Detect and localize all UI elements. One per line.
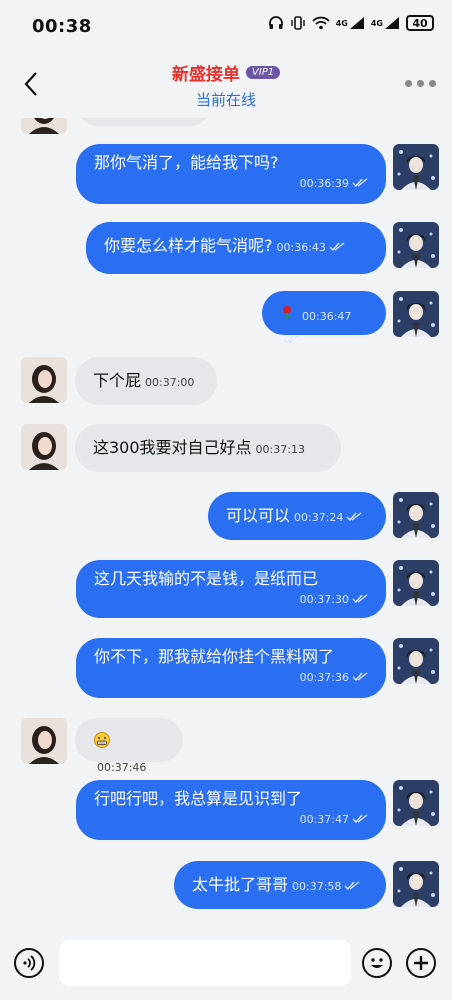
plus-icon	[414, 956, 428, 970]
my-avatar[interactable]	[393, 560, 439, 606]
network-type-1: 4G	[335, 18, 348, 28]
my-avatar[interactable]	[393, 222, 439, 268]
message-meta: 00:37:24	[294, 506, 362, 525]
smile-icon	[371, 958, 383, 968]
message-bubble[interactable]: 可以可以 00:37:24	[208, 492, 386, 540]
message-time: 00:37:24	[294, 511, 344, 524]
battery-icon: 40	[406, 15, 434, 31]
status-icons: 4G 4G 40	[268, 15, 434, 31]
title-area: 新盛接单 VIP1 当前在线	[0, 60, 452, 110]
chat-header: 新盛接单 VIP1 当前在线	[0, 52, 452, 118]
message-meta: 00:37:30	[94, 590, 368, 608]
contact-avatar[interactable]	[21, 118, 67, 134]
more-dot-icon	[405, 80, 412, 87]
message-time: 00:36:47	[302, 310, 352, 323]
message-time: 00:37:58	[292, 880, 342, 893]
message-text: 行吧行吧，我总算是见识到了	[94, 789, 303, 808]
message-meta: 00:37:36	[94, 668, 368, 686]
voice-button[interactable]	[14, 948, 44, 978]
message-bubble[interactable]: 00:36:47	[262, 291, 386, 344]
rose-icon	[283, 305, 292, 320]
read-check-icon	[283, 335, 299, 344]
message-time: 00:36:39	[299, 177, 349, 190]
message-time: 00:37:13	[255, 443, 305, 456]
status-bar: 00:38 4G 4G 40	[0, 0, 452, 52]
read-check-icon	[352, 672, 368, 681]
read-check-icon	[329, 242, 345, 251]
my-avatar[interactable]	[393, 291, 439, 337]
message-meta: 00:37:13	[256, 438, 305, 457]
signal-icon-2: 4G	[371, 16, 400, 30]
message-time: 00:37:47	[299, 813, 349, 826]
message-list[interactable]: 那你气消了，能给我下吗? 00:36:39 你要怎么样才能气消呢? 00:36:43 0…	[0, 118, 452, 930]
message-bubble[interactable]: 你要怎么样才能气消呢? 00:36:43	[86, 222, 386, 274]
message-text: 那你气消了，能给我下吗?	[94, 153, 279, 172]
read-check-icon	[352, 594, 368, 603]
my-avatar[interactable]	[393, 638, 439, 684]
message-time: 00:37:30	[299, 593, 349, 606]
message-text: 你要怎么样才能气消呢?	[104, 236, 273, 255]
add-button[interactable]	[406, 948, 436, 978]
read-check-icon	[352, 178, 368, 187]
message-meta: 00:37:58	[292, 875, 360, 894]
network-type-2: 4G	[370, 18, 383, 28]
contact-avatar[interactable]	[21, 424, 67, 470]
message-meta: 00:37:46	[97, 756, 146, 775]
message-bubble[interactable]: 这300我要对自己好点 00:37:13	[75, 424, 341, 472]
message-bubble[interactable]: 那你气消了，能给我下吗? 00:36:39	[76, 144, 386, 204]
more-button[interactable]	[405, 80, 436, 87]
message-text: 这几天我输的不是钱，是纸而已	[94, 569, 319, 588]
input-bar	[0, 930, 452, 1000]
online-status: 当前在线	[195, 91, 256, 109]
message-meta: 00:36:39	[94, 174, 368, 192]
contact-name: 新盛接单	[171, 65, 240, 85]
message-text: 太牛批了哥哥	[192, 875, 289, 894]
more-dot-icon	[429, 80, 436, 87]
my-avatar[interactable]	[393, 144, 439, 190]
message-bubble[interactable]: 太牛批了哥哥 00:37:58	[174, 861, 386, 909]
read-check-icon	[352, 814, 368, 823]
message-bubble[interactable]: 这几天我输的不是钱，是纸而已 00:37:30	[76, 560, 386, 618]
clock: 00:38	[32, 16, 92, 37]
message-meta: 00:37:47	[94, 810, 368, 828]
grimace-icon	[94, 732, 110, 748]
my-avatar[interactable]	[393, 861, 439, 907]
message-text: 下个屁	[93, 371, 142, 390]
message-bubble[interactable]: 你不下，那我就给你挂个黑料网了 00:37:36	[76, 638, 386, 698]
message-text: 这300我要对自己好点	[93, 438, 252, 457]
contact-avatar[interactable]	[21, 718, 67, 764]
vibrate-icon	[290, 15, 306, 31]
message-bubble[interactable]: 下个屁 00:37:00	[75, 357, 217, 405]
voice-icon	[23, 955, 36, 971]
message-time: 00:36:43	[276, 241, 326, 254]
message-time: 00:37:00	[145, 376, 195, 389]
vip-badge: VIP1	[245, 66, 281, 79]
contact-avatar[interactable]	[21, 357, 67, 403]
more-dot-icon	[417, 80, 424, 87]
headphones-icon	[268, 15, 284, 31]
message-meta: 00:37:00	[145, 371, 194, 390]
message-meta: 00:36:43	[277, 236, 345, 255]
message-time: 00:37:46	[97, 761, 147, 774]
message-bubble[interactable]: 00:37:46	[75, 718, 183, 774]
message-time: 00:37:36	[299, 671, 349, 684]
message-bubble[interactable]: 行吧行吧，我总算是见识到了 00:37:47	[76, 780, 386, 840]
message-input[interactable]	[59, 940, 351, 986]
my-avatar[interactable]	[393, 492, 439, 538]
emoji-button[interactable]	[362, 948, 392, 978]
my-avatar[interactable]	[393, 780, 439, 826]
wifi-icon	[312, 16, 330, 30]
message-bubble-partial[interactable]	[75, 118, 213, 126]
signal-icon-1: 4G	[336, 16, 365, 30]
read-check-icon	[346, 512, 362, 521]
read-check-icon	[344, 881, 360, 890]
message-text: 你不下，那我就给你挂个黑料网了	[94, 647, 335, 666]
message-text: 可以可以	[226, 506, 291, 525]
